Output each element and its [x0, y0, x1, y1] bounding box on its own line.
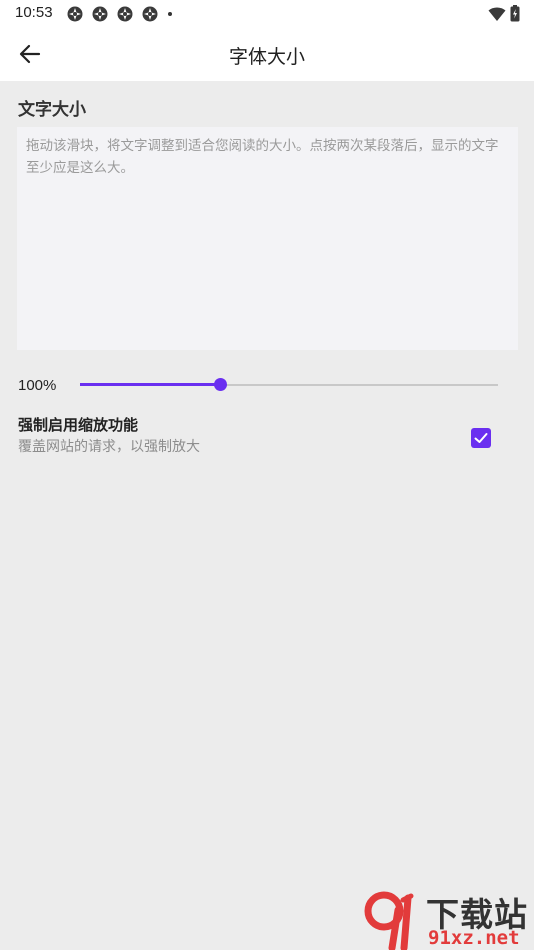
force-zoom-row[interactable]: 强制启用缩放功能 覆盖网站的请求，以强制放大	[0, 410, 534, 462]
page-title: 字体大小	[228, 46, 305, 68]
app-bar: 字体大小	[0, 28, 534, 81]
preview-text: 拖动该滑块，将文字调整到适合您阅读的大小。点按两次某段落后，显示的文字至少应是这…	[26, 138, 499, 176]
force-zoom-title: 强制启用缩放功能	[18, 416, 139, 434]
battery-icon	[510, 5, 520, 22]
status-time: 10:53	[15, 4, 53, 21]
sync-icon	[142, 6, 158, 22]
status-right	[488, 5, 520, 22]
watermark: 下载站 91xz.net	[362, 888, 534, 950]
force-zoom-checkbox[interactable]	[471, 428, 491, 448]
watermark-logo	[364, 891, 414, 950]
slider-fill	[80, 383, 220, 386]
sync-icon	[67, 6, 83, 22]
slider-thumb[interactable]	[214, 378, 227, 391]
status-bar: 10:53	[0, 0, 534, 28]
force-zoom-description: 覆盖网站的请求，以强制放大	[18, 439, 200, 455]
notification-icons	[66, 5, 172, 23]
section-title-text-size: 文字大小	[18, 100, 86, 120]
check-icon	[474, 433, 488, 443]
watermark-url: 91xz.net	[428, 927, 520, 949]
more-notifications-dot	[168, 12, 172, 16]
text-size-percent: 100%	[18, 377, 57, 394]
sync-icon	[117, 6, 133, 22]
wifi-icon	[488, 7, 506, 21]
text-preview-box: 拖动该滑块，将文字调整到适合您阅读的大小。点按两次某段落后，显示的文字至少应是这…	[17, 127, 518, 350]
text-size-slider[interactable]	[80, 377, 498, 393]
sync-icon	[92, 6, 108, 22]
